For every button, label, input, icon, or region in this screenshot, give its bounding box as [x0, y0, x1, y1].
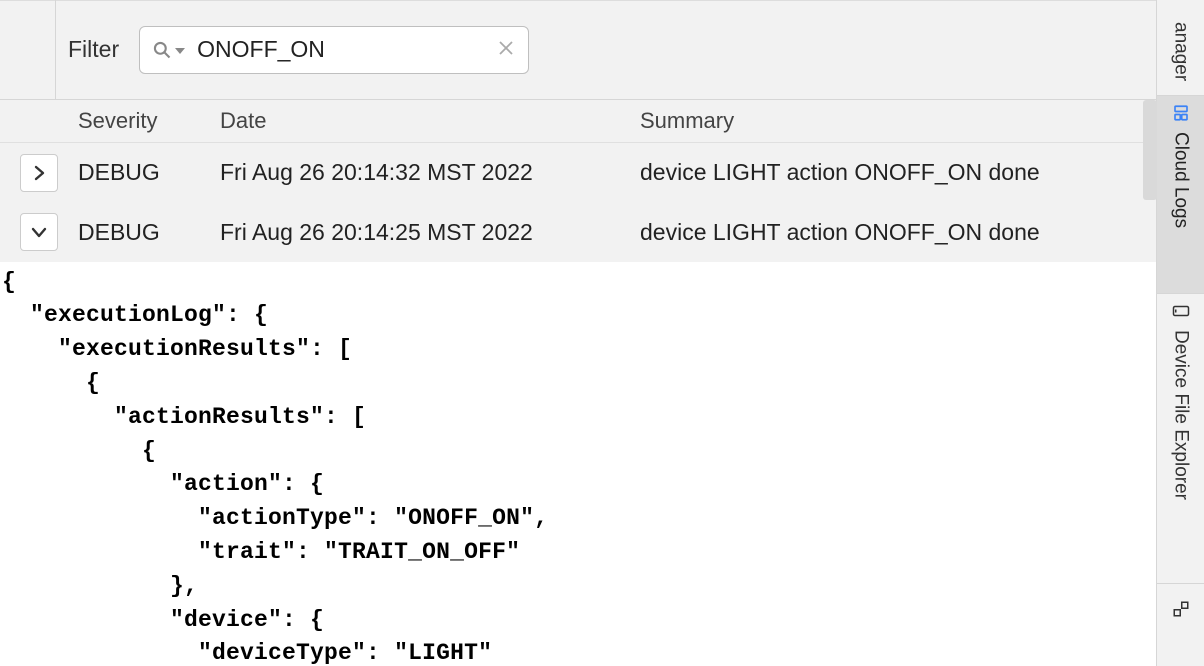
log-table-header: Severity Date Summary — [0, 100, 1156, 143]
collapse-toggle[interactable] — [20, 213, 58, 251]
search-icon[interactable] — [152, 40, 185, 60]
search-dropdown-caret-icon[interactable] — [175, 48, 185, 54]
log-severity: DEBUG — [78, 159, 220, 186]
json-content: { "executionLog": { "executionResults": … — [2, 266, 1156, 666]
vertical-scrollbar[interactable] — [1143, 100, 1157, 200]
clear-filter-icon[interactable] — [494, 36, 518, 64]
log-date: Fri Aug 26 20:14:32 MST 2022 — [220, 159, 640, 186]
log-json-detail: { "executionLog": { "executionResults": … — [0, 262, 1156, 666]
log-summary: device LIGHT action ONOFF_ON done — [640, 219, 1156, 246]
log-severity: DEBUG — [78, 219, 220, 246]
side-tab-cloud-logs[interactable]: Cloud Logs — [1157, 96, 1204, 294]
side-tab-device-file-explorer[interactable]: Device File Explorer — [1157, 294, 1204, 584]
side-rail: anager Cloud Logs Device File Explorer — [1156, 0, 1204, 666]
column-date: Date — [220, 108, 640, 134]
log-row[interactable]: DEBUG Fri Aug 26 20:14:32 MST 2022 devic… — [0, 143, 1156, 202]
filter-input[interactable] — [197, 36, 494, 63]
column-severity: Severity — [78, 108, 220, 134]
log-summary: device LIGHT action ONOFF_ON done — [640, 159, 1156, 186]
device-icon — [1172, 304, 1190, 322]
column-summary: Summary — [640, 108, 1156, 134]
filter-bar: Filter — [0, 1, 1156, 100]
cloud-logs-icon — [1172, 106, 1190, 124]
expand-toggle[interactable] — [20, 154, 58, 192]
filter-label: Filter — [68, 36, 119, 63]
filter-search-box[interactable] — [139, 26, 529, 74]
log-row[interactable]: DEBUG Fri Aug 26 20:14:25 MST 2022 devic… — [0, 202, 1156, 261]
log-date: Fri Aug 26 20:14:25 MST 2022 — [220, 219, 640, 246]
panel-icon — [1172, 602, 1190, 620]
side-tab-manager[interactable]: anager — [1157, 0, 1204, 96]
side-tab-extra[interactable] — [1157, 584, 1204, 666]
